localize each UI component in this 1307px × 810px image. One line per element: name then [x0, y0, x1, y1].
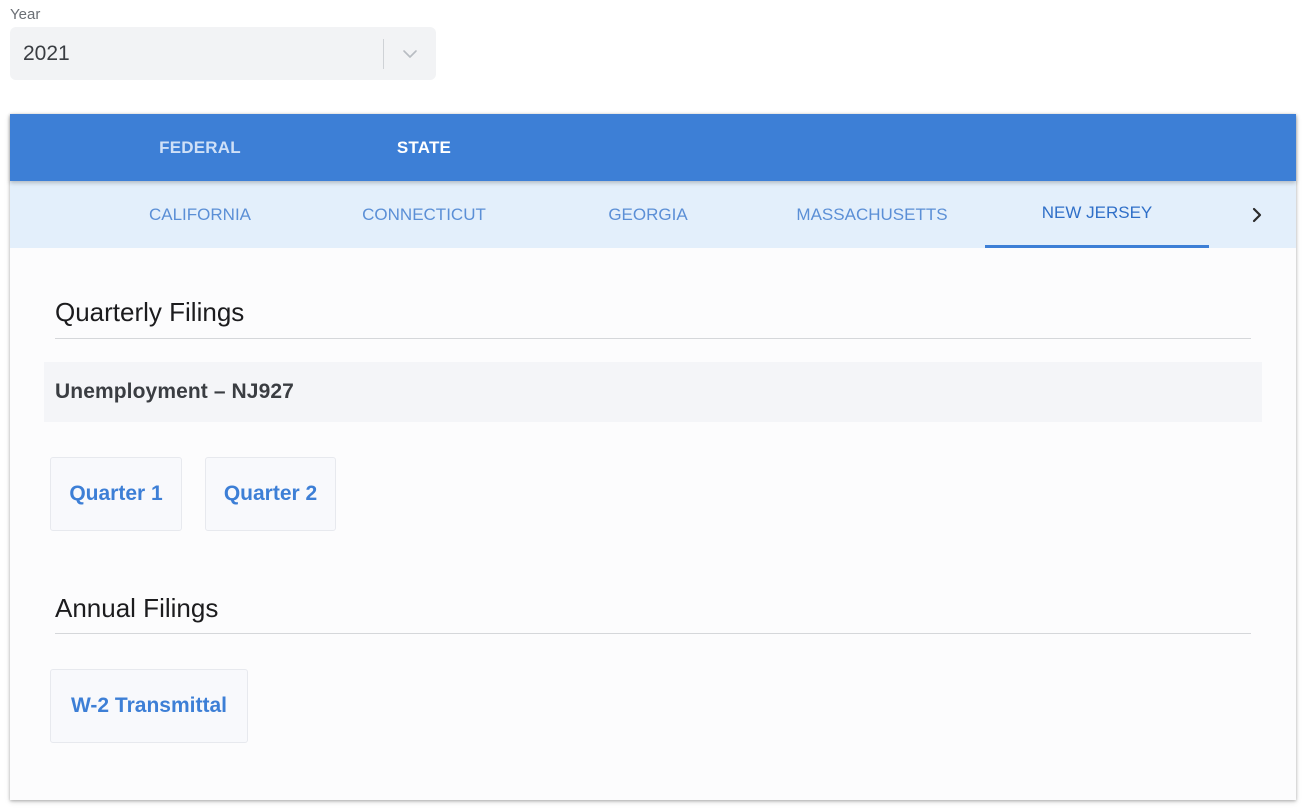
tab-california[interactable]: CALIFORNIA — [88, 181, 312, 248]
chevron-down-icon[interactable] — [384, 27, 436, 80]
section-divider — [55, 338, 1251, 339]
tab-state[interactable]: STATE — [312, 114, 536, 181]
year-label: Year — [10, 6, 41, 23]
filings-card: FEDERAL STATE CALIFORNIA CONNECTICUT GEO… — [10, 114, 1296, 800]
year-select[interactable]: 2021 — [10, 27, 436, 80]
tab-georgia[interactable]: GEORGIA — [536, 181, 760, 248]
tab-federal[interactable]: FEDERAL — [88, 114, 312, 181]
chevron-right-icon[interactable] — [1242, 181, 1272, 248]
quarterly-filings-title: Quarterly Filings — [55, 297, 245, 327]
year-value: 2021 — [23, 41, 70, 65]
tab-connecticut[interactable]: CONNECTICUT — [312, 181, 536, 248]
quarter-2-button[interactable]: Quarter 2 — [205, 457, 336, 531]
primary-tab-bar: FEDERAL STATE — [10, 114, 1296, 181]
filing-row-unemployment: Unemployment – NJ927 — [44, 362, 1262, 422]
annual-filings-title: Annual Filings — [55, 593, 219, 623]
state-tab-bar: CALIFORNIA CONNECTICUT GEORGIA MASSACHUS… — [10, 181, 1296, 248]
tab-new-jersey[interactable]: NEW JERSEY — [985, 181, 1209, 248]
section-divider — [55, 633, 1251, 634]
w2-transmittal-button[interactable]: W-2 Transmittal — [50, 669, 248, 743]
tab-massachusetts[interactable]: MASSACHUSETTS — [760, 181, 984, 248]
quarter-1-button[interactable]: Quarter 1 — [50, 457, 182, 531]
